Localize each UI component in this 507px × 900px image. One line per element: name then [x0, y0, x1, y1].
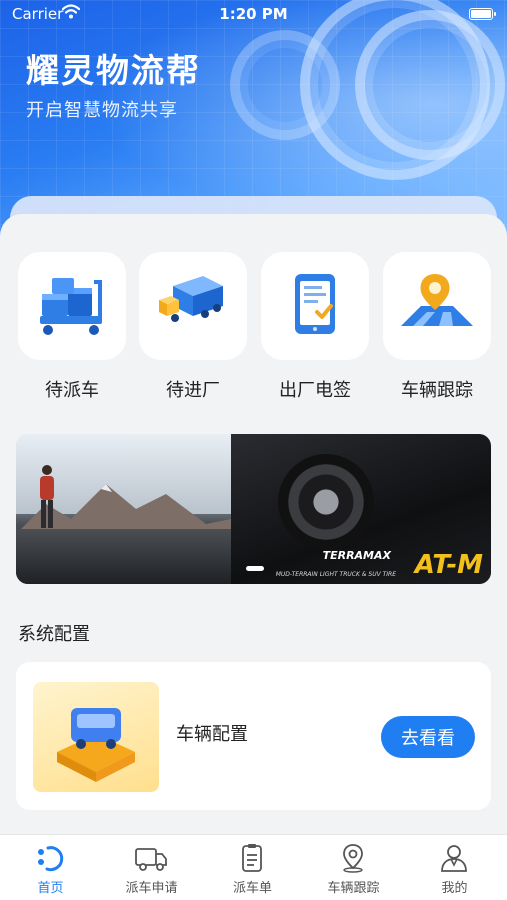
quick-action-vehicle-tracking[interactable]: 车辆跟踪: [383, 252, 491, 402]
cart-boxes-icon: [40, 278, 102, 335]
banner-tagline: MUD-TERRAIN LIGHT TRUCK & SUV TIRE: [275, 571, 396, 578]
banner-product: AT-M: [414, 550, 483, 580]
tab-home[interactable]: 首页: [0, 835, 101, 900]
clipboard-icon: [242, 844, 262, 872]
quick-action-exit-esign[interactable]: 出厂电签: [261, 252, 369, 402]
trucks-icon: [159, 276, 223, 322]
app-subtitle: 开启智慧物流共享: [26, 100, 178, 121]
hiker-figure: [40, 465, 54, 528]
config-label: 车辆配置: [176, 724, 248, 745]
tile-label: 出厂电签: [279, 380, 351, 401]
banner-brand: TERRAMAX: [322, 549, 391, 562]
tile-card: [383, 252, 491, 360]
truck-config-icon: [57, 708, 135, 782]
truck-icon: [135, 848, 167, 871]
tire-illustration: [230, 30, 340, 140]
location-icon: [343, 844, 363, 873]
vehicle-config-card[interactable]: 车辆配置 去看看: [16, 662, 491, 810]
carousel-indicator[interactable]: [246, 566, 264, 571]
promo-carousel[interactable]: TERRAMAX MUD-TERRAIN LIGHT TRUCK & SUV T…: [16, 434, 491, 584]
home-screen: Carrier 1:20 PM 耀灵物流帮 开启智慧物流共享 待派车 待进厂 出…: [0, 0, 507, 900]
tire-illustration: [355, 10, 505, 160]
tab-label: 我的: [441, 881, 468, 896]
tab-dispatch-request[interactable]: 派车申请: [101, 835, 202, 900]
tab-vehicle-tracking[interactable]: 车辆跟踪: [303, 835, 404, 900]
map-pin-icon: [401, 274, 473, 326]
tile-card: [139, 252, 247, 360]
phone-sign-icon: [295, 274, 335, 334]
tile-card: [18, 252, 126, 360]
user-icon: [441, 845, 467, 872]
battery-icon: [469, 8, 496, 20]
tile-label: 车辆跟踪: [401, 380, 473, 401]
tab-label: 派车单: [232, 881, 272, 896]
tab-dispatch-orders[interactable]: 派车单: [202, 835, 303, 900]
home-icon: [38, 846, 64, 872]
banner-wheel: [278, 454, 374, 550]
quick-action-pending-entry[interactable]: 待进厂: [139, 252, 247, 402]
quick-action-pending-dispatch[interactable]: 待派车: [18, 252, 126, 402]
quick-actions: 待派车 待进厂 出厂电签 车辆跟踪: [0, 252, 507, 402]
app-title: 耀灵物流帮: [26, 51, 201, 90]
view-config-button[interactable]: 去看看: [381, 716, 475, 758]
tile-label: 待派车: [45, 380, 99, 401]
section-title: 系统配置: [18, 624, 90, 645]
tile-label: 待进厂: [166, 380, 220, 401]
tab-label: 派车申请: [125, 881, 178, 896]
clock: 1:20 PM: [219, 5, 288, 23]
tab-label: 车辆跟踪: [327, 881, 380, 896]
tab-label: 首页: [37, 881, 64, 896]
tab-bar: 首页 派车申请 派车单 车辆跟踪 我的: [0, 834, 507, 900]
tab-profile[interactable]: 我的: [404, 835, 505, 900]
status-bar: Carrier 1:20 PM: [0, 0, 507, 28]
tile-card: [261, 252, 369, 360]
truck-config-thumbnail: [33, 682, 159, 792]
